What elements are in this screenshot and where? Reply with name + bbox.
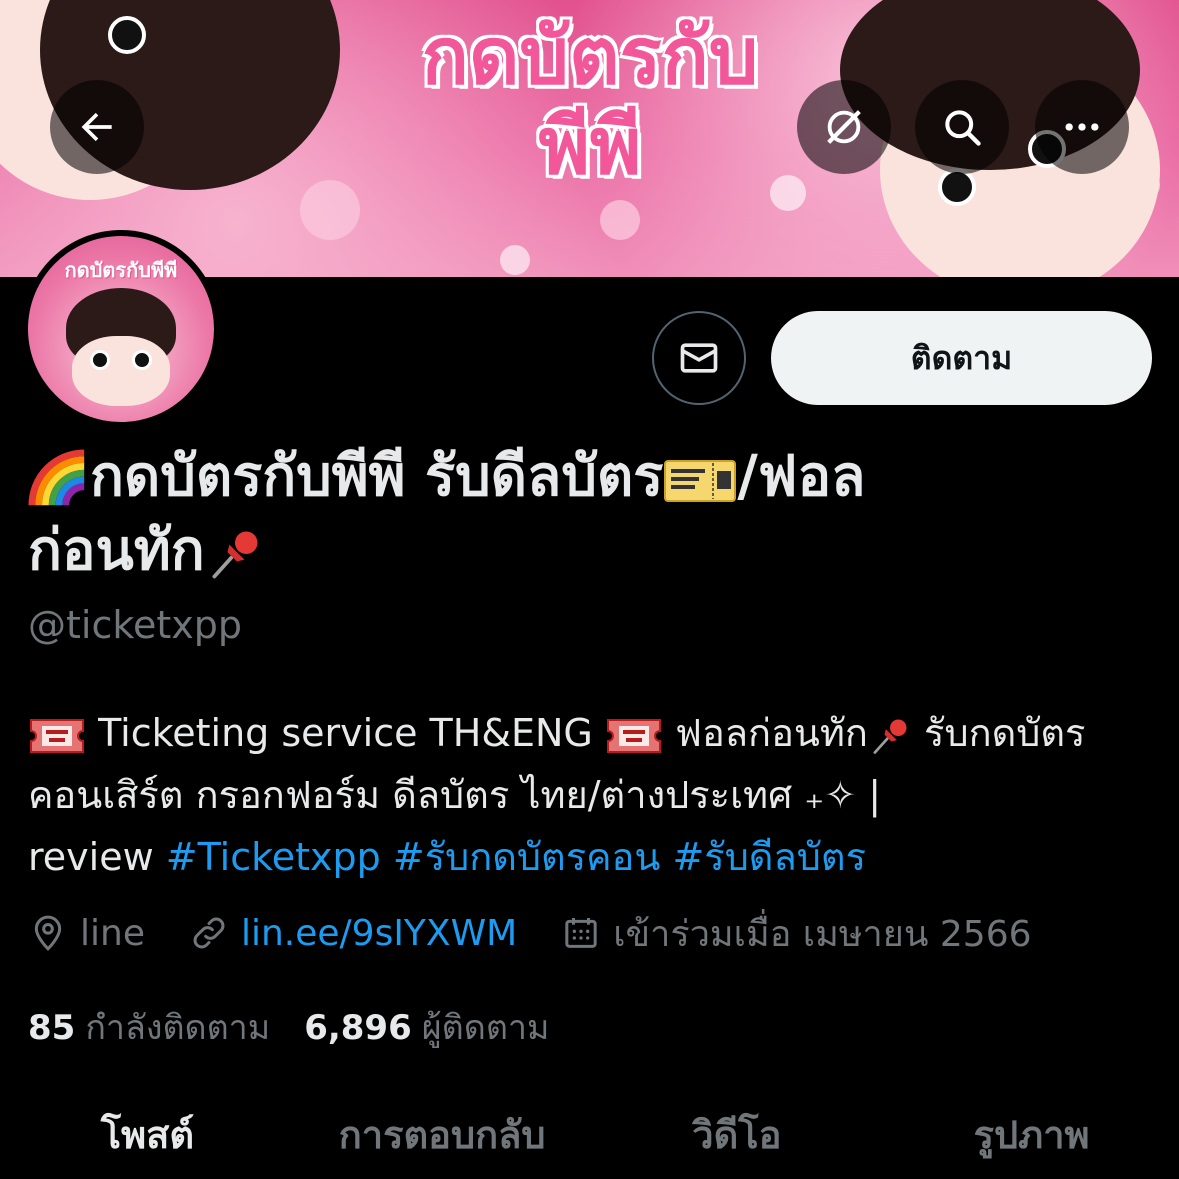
pushpin-icon: [873, 719, 907, 754]
avatar-label: กดบัตรกับพีพี: [64, 258, 178, 282]
banner-decoration: [300, 180, 360, 240]
banner-title-line2: พีพี: [538, 102, 642, 192]
rainbow-icon: [28, 449, 85, 506]
avatar-eye: [132, 350, 152, 370]
envelope-icon: [680, 343, 718, 373]
grok-button[interactable]: [797, 80, 891, 174]
ticket-icon: [664, 459, 737, 502]
bio-text-4: review: [28, 835, 154, 879]
banner-title: กดบัตรกับ พีพี: [355, 12, 825, 192]
following-stat[interactable]: 85 กำลังติดตาม: [28, 1000, 270, 1054]
location-text: line: [80, 912, 145, 954]
more-icon: [1065, 123, 1099, 131]
followers-label: ผู้ติดตาม: [421, 1008, 550, 1048]
banner-title-line1: กดบัตรกับ: [421, 12, 759, 102]
profile-stats: 85 กำลังติดตาม 6,896 ผู้ติดตาม: [28, 1000, 583, 1054]
bio-text-2: ฟอลก่อนทัก: [675, 711, 868, 755]
banner-decoration: [500, 245, 530, 275]
tab-replies[interactable]: การตอบกลับ: [295, 1090, 590, 1179]
arrow-left-icon: [81, 112, 112, 142]
hashtag-link[interactable]: #Ticketxpp: [166, 835, 381, 879]
website-item[interactable]: lin.ee/9sIYXWM: [189, 913, 517, 954]
following-label: กำลังติดตาม: [85, 1008, 271, 1048]
location-item: line: [28, 913, 145, 954]
display-name-part3: ก่อนทัก: [28, 518, 205, 583]
bio-text-1: Ticketing service TH&ENG: [98, 711, 593, 755]
display-name-part1: กดบัตรกับพีพี รับดีลบัตร: [90, 444, 664, 509]
profile-handle: @ticketxpp: [28, 603, 243, 647]
grok-icon: [827, 110, 861, 144]
display-name: กดบัตรกับพีพี รับดีลบัตร /ฟอล ก่อนทัก: [28, 440, 1148, 588]
profile-tabs: โพสต์ การตอบกลับ วิดีโอ รูปภาพ: [0, 1090, 1179, 1179]
hashtag-link[interactable]: #รับดีลบัตร: [672, 835, 866, 879]
tab-photos[interactable]: รูปภาพ: [884, 1090, 1179, 1179]
website-link[interactable]: lin.ee/9sIYXWM: [241, 913, 517, 954]
admission-ticket-icon: [30, 718, 84, 753]
banner-character-eye: [108, 16, 146, 54]
more-button[interactable]: [1035, 80, 1129, 174]
banner-decoration: [600, 200, 640, 240]
location-pin-icon: [34, 915, 62, 951]
joined-text: เข้าร่วมเมื่อ เมษายน 2566: [613, 913, 1032, 955]
profile-avatar[interactable]: กดบัตรกับพีพี: [22, 230, 220, 428]
back-button[interactable]: [50, 80, 144, 174]
followers-count: 6,896: [304, 1008, 412, 1048]
hashtag-link[interactable]: #รับกดบัตรคอน: [393, 835, 660, 879]
message-button[interactable]: [652, 311, 746, 405]
followers-stat[interactable]: 6,896 ผู้ติดตาม: [304, 1000, 549, 1054]
link-icon: [193, 917, 225, 949]
display-name-part2: /ฟอล: [737, 444, 866, 509]
calendar-icon: [565, 918, 597, 948]
follow-button[interactable]: ติดตาม: [771, 311, 1152, 405]
tab-videos[interactable]: วิดีโอ: [590, 1090, 885, 1179]
search-icon: [945, 110, 981, 146]
avatar-image: กดบัตรกับพีพี: [28, 236, 214, 422]
avatar-eye: [90, 350, 110, 370]
profile-bio: Ticketing service TH&ENG ฟอลก่อนทัก รับก…: [28, 702, 1158, 888]
search-button[interactable]: [915, 80, 1009, 174]
joined-item: เข้าร่วมเมื่อ เมษายน 2566: [561, 905, 1032, 962]
following-count: 85: [28, 1008, 76, 1048]
tab-posts[interactable]: โพสต์: [0, 1090, 295, 1179]
admission-ticket-icon: [606, 718, 661, 753]
pushpin-icon: [212, 531, 258, 579]
profile-meta: line lin.ee/9sIYXWM เข้าร่วมเมื่อ เมษายน…: [28, 908, 1076, 958]
avatar-face: [72, 336, 170, 406]
